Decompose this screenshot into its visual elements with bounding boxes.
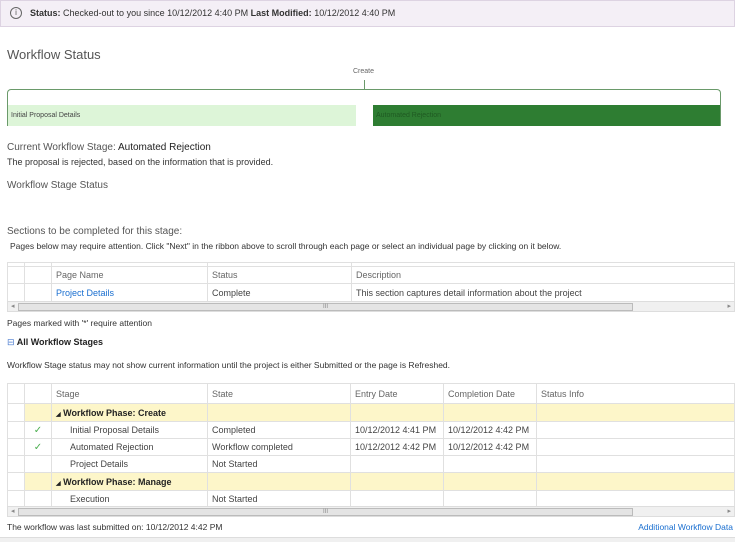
sections-title: Sections to be completed for this stage: xyxy=(7,226,183,237)
check-icon: ✓ xyxy=(24,421,52,439)
page-description: This section captures detail information… xyxy=(351,283,735,302)
stage-name: Project Details xyxy=(51,455,208,473)
col-status-info[interactable]: Status Info xyxy=(536,383,735,404)
stage-initial-proposal[interactable]: Initial Proposal Details xyxy=(8,105,356,126)
table-header: Page Name Status Description xyxy=(7,266,735,284)
workflow-progress-bar: Initial Proposal Details Automated Rejec… xyxy=(7,89,721,126)
status-value: Checked-out to you since 10/12/2012 4:40… xyxy=(63,8,249,18)
col-stage[interactable]: Stage xyxy=(51,383,208,404)
status-info xyxy=(536,421,735,439)
current-stage-prefix: Current Workflow Stage: xyxy=(7,142,116,153)
stage-name: Execution xyxy=(51,490,208,508)
completion-date xyxy=(443,490,537,508)
table-row: Project Details Not Started xyxy=(7,455,735,473)
stage-automated-rejection[interactable]: Automated Rejection xyxy=(373,105,720,126)
table-row: Execution Not Started xyxy=(7,490,735,508)
entry-date: 10/12/2012 4:42 PM xyxy=(350,438,444,456)
stage-state: Not Started xyxy=(207,490,351,508)
phase-marker-label: Create xyxy=(353,68,375,75)
sections-hint: Pages below may require attention. Click… xyxy=(10,241,562,251)
check-icon: ✓ xyxy=(24,438,52,456)
completion-date: 10/12/2012 4:42 PM xyxy=(443,421,537,439)
col-state[interactable]: State xyxy=(207,383,351,404)
workflow-status-title: Workflow Status xyxy=(7,47,101,62)
col-status[interactable]: Status xyxy=(207,266,352,284)
page-status: Complete xyxy=(207,283,352,302)
modified-label: Last Modified: xyxy=(250,8,312,18)
sections-horizontal-scrollbar[interactable]: ◂ III ▸ xyxy=(7,301,735,312)
table-header: Stage State Entry Date Completion Date Statu… xyxy=(7,383,735,404)
col-entry-date[interactable]: Entry Date xyxy=(350,383,444,404)
phase-name: Workflow Phase: Manage xyxy=(63,476,172,487)
check-cell xyxy=(24,490,52,508)
col-description[interactable]: Description xyxy=(351,266,735,284)
all-stages-note: Workflow Stage status may not show curre… xyxy=(7,360,451,370)
attention-note: Pages marked with '*' require attention xyxy=(7,318,152,328)
col-page-name[interactable]: Page Name xyxy=(51,266,208,284)
all-stages-title: All Workflow Stages xyxy=(16,337,104,347)
info-icon: i xyxy=(10,7,22,19)
phase-marker-line xyxy=(364,80,365,89)
stage-description: The proposal is rejected, based on the i… xyxy=(7,157,274,167)
table-row: Project Details Complete This section capt… xyxy=(7,283,735,302)
completion-date: 10/12/2012 4:42 PM xyxy=(443,438,537,456)
stage-state: Workflow completed xyxy=(207,438,351,456)
stages-horizontal-scrollbar[interactable]: ◂ III ▸ xyxy=(7,506,735,517)
all-stages-toggle[interactable]: ⊟ All Workflow Stages xyxy=(7,337,103,348)
current-stage-name: Automated Rejection xyxy=(117,142,211,153)
table-row: ✓ Initial Proposal Details Completed 10/12/… xyxy=(7,421,735,439)
sections-table: Page Name Status Description Project Detai… xyxy=(7,262,735,302)
status-info xyxy=(536,455,735,473)
stage-name: Automated Rejection xyxy=(51,438,208,456)
status-label: Status: xyxy=(30,8,61,18)
page-link[interactable]: Project Details xyxy=(56,288,114,298)
check-cell xyxy=(24,455,52,473)
collapse-icon[interactable]: ⊟ xyxy=(7,337,15,347)
phase-name: Workflow Phase: Create xyxy=(63,407,167,418)
entry-date xyxy=(350,490,444,508)
additional-workflow-data-link[interactable]: Additional Workflow Data xyxy=(638,522,733,532)
page-bottom-edge xyxy=(0,537,735,542)
stage-status-title: Workflow Stage Status xyxy=(7,180,108,191)
status-text: Status: Checked-out to you since 10/12/2… xyxy=(30,8,395,18)
entry-date xyxy=(350,455,444,473)
table-row: ✓ Automated Rejection Workflow completed 10… xyxy=(7,438,735,456)
modified-value: 10/12/2012 4:40 PM xyxy=(314,8,396,18)
stage-name: Initial Proposal Details xyxy=(51,421,208,439)
status-info xyxy=(536,438,735,456)
col-completion-date[interactable]: Completion Date xyxy=(443,383,537,404)
stage-state: Not Started xyxy=(207,455,351,473)
scroll-thumb[interactable]: III xyxy=(18,508,633,516)
workflow-stages-table: Stage State Entry Date Completion Date Statu… xyxy=(7,383,735,508)
status-info xyxy=(536,490,735,508)
current-stage: Current Workflow Stage: Automated Reject… xyxy=(7,142,211,153)
phase-row-create[interactable]: ◢ Workflow Phase: Create xyxy=(7,403,735,422)
stage-state: Completed xyxy=(207,421,351,439)
last-submitted: The workflow was last submitted on: 10/1… xyxy=(7,522,223,532)
phase-row-manage[interactable]: ◢ Workflow Phase: Manage xyxy=(7,472,735,491)
completion-date xyxy=(443,455,537,473)
scroll-thumb[interactable]: III xyxy=(18,303,633,311)
entry-date: 10/12/2012 4:41 PM xyxy=(350,421,444,439)
